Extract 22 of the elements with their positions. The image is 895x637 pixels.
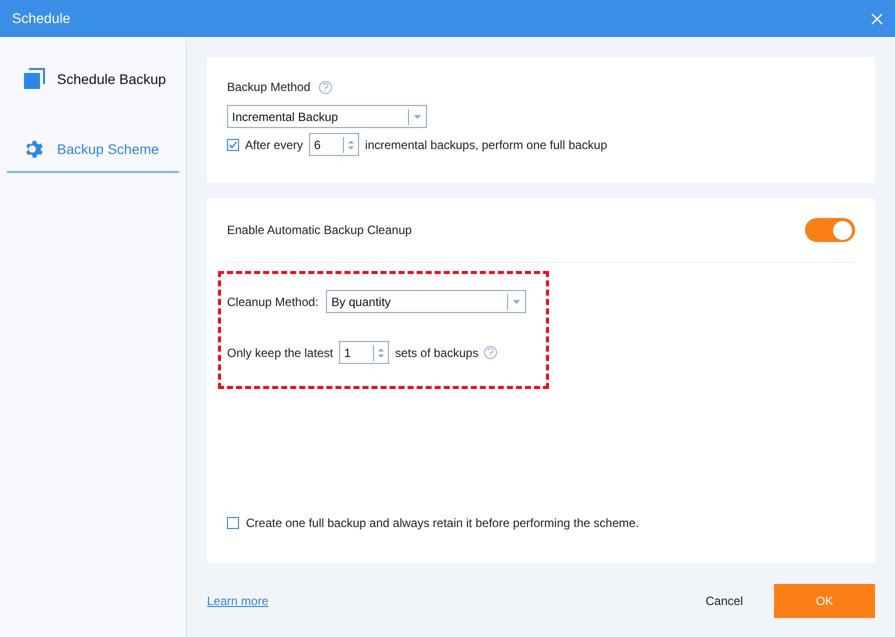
toggle-switch[interactable] <box>805 218 855 242</box>
help-icon[interactable] <box>484 346 498 359</box>
dropdown[interactable]: Incremental Backup <box>227 105 427 128</box>
field-label: Only keep the latest <box>227 344 334 362</box>
sidebar-item[interactable]: Schedule Backup <box>7 57 179 103</box>
checkbox[interactable] <box>227 138 239 150</box>
number-spinner[interactable]: 1 <box>339 341 390 364</box>
checkbox[interactable] <box>227 517 239 529</box>
window-title: Schedule <box>12 9 72 28</box>
help-icon[interactable] <box>319 80 332 94</box>
dropdown[interactable]: By quantity <box>326 290 526 313</box>
close-icon[interactable] <box>871 12 883 24</box>
checkbox-label: Create one full backup and always retain it before performing the scheme. <box>246 515 639 532</box>
number-spinner[interactable]: 6 <box>309 133 360 156</box>
field-label: Cleanup Method: <box>227 294 318 310</box>
cancel-button[interactable]: Cancel <box>706 592 743 610</box>
checkbox-label: After every <box>245 136 304 154</box>
field-label: sets of backups <box>395 344 478 362</box>
section-label: Backup Method <box>227 79 310 96</box>
copy-icon <box>23 68 45 90</box>
setting-label: Enable Automatic Backup Cleanup <box>227 222 413 239</box>
checkbox-label: incremental backups, perform one full backup <box>365 136 608 154</box>
